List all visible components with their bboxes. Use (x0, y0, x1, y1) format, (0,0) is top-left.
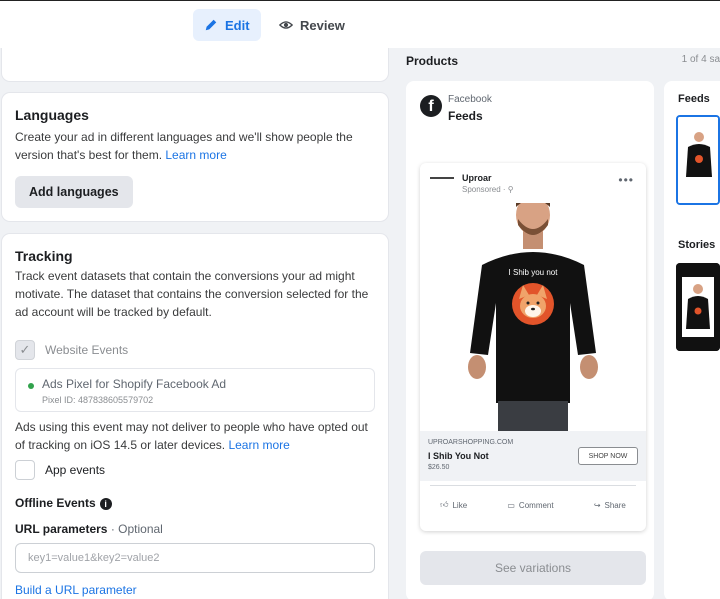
languages-description: Create your ad in different languages an… (15, 130, 353, 162)
ad-sponsored: Sponsored · ⚲ (462, 185, 514, 194)
website-events-checkbox[interactable]: ✓ Website Events (15, 340, 128, 360)
products-label: Products (406, 54, 459, 68)
share-icon: ↪ (593, 500, 601, 510)
feeds-thumbnail[interactable] (676, 115, 720, 205)
pencil-icon (205, 19, 217, 31)
tracking-card: Tracking Track event datasets that conta… (2, 234, 388, 599)
share-action[interactable]: ↪ Share (594, 501, 626, 510)
pixel-selector[interactable]: Ads Pixel for Shopify Facebook Ad Pixel … (15, 368, 375, 412)
tab-review[interactable]: Review (268, 9, 356, 41)
preview-panel: Products 1 of 4 sa f Facebook Feeds Upro… (398, 48, 720, 599)
ad-actions-bar: 👍︎ Like ▭ Comment ↪ Share (420, 493, 646, 517)
feed-ad-mockup: Uproar Sponsored · ⚲ ••• I Shib you not (420, 163, 646, 531)
tracking-description: Track event datasets that contain the co… (15, 269, 369, 319)
placements-sidebar: Feeds Stories (664, 81, 720, 599)
settings-panel: Languages Create your ad in different la… (0, 48, 398, 599)
add-languages-button[interactable]: Add languages (15, 176, 133, 208)
comment-icon: ▭ (507, 500, 515, 510)
menu-dash-icon (430, 177, 454, 179)
see-variations-button[interactable]: See variations (420, 551, 646, 585)
pixel-id: Pixel ID: 487838605579702 (42, 395, 154, 405)
eye-icon (279, 21, 293, 29)
ad-domain: UPROARSHOPPING.COM (428, 439, 514, 446)
pixel-status-dot (28, 383, 34, 389)
ad-link-area[interactable]: UPROARSHOPPING.COM I Shib You Not $26.50… (420, 431, 646, 481)
side-stories-label: Stories (678, 239, 716, 251)
feeds-thumb-image (678, 117, 718, 203)
stories-thumb-image (676, 263, 720, 351)
info-icon[interactable]: i (99, 497, 112, 510)
previous-section-card (2, 48, 388, 81)
facebook-logo-icon: f (420, 95, 442, 117)
ad-page-name: Uproar (462, 173, 492, 183)
stories-thumbnail[interactable] (676, 263, 720, 351)
url-params-title: URL parameters · Optional (15, 522, 163, 536)
product-image: I Shib you not (420, 203, 646, 431)
languages-title: Languages (15, 107, 89, 123)
app-events-label: App events (45, 463, 106, 477)
check-icon: ✓ (15, 340, 35, 360)
tab-edit-label: Edit (225, 17, 250, 33)
app-events-checkbox[interactable]: App events (15, 460, 105, 480)
comment-action[interactable]: ▭ Comment (507, 501, 553, 510)
ad-actions-divider (430, 485, 636, 486)
languages-learn-more-link[interactable]: Learn more (165, 148, 226, 162)
thumbs-up-icon: 👍︎ (440, 500, 449, 509)
url-params-input[interactable]: key1=value1&key2=value2 (15, 543, 375, 573)
shirt-print-text: I Shib you not (509, 268, 559, 277)
ios-learn-more-link[interactable]: Learn more (228, 438, 289, 452)
offline-events-title: Offline Events i (15, 496, 112, 510)
top-bar: Edit Review (0, 0, 720, 48)
app-events-box (15, 460, 35, 480)
website-events-label: Website Events (45, 343, 129, 357)
tab-review-label: Review (300, 17, 345, 33)
pager-text: 1 of 4 sa (681, 54, 720, 65)
ad-product-title: I Shib You Not (428, 451, 489, 461)
ios-note: Ads using this event may not deliver to … (15, 420, 368, 452)
tab-edit[interactable]: Edit (193, 9, 261, 41)
tracking-title: Tracking (15, 248, 73, 264)
shop-now-button[interactable]: SHOP NOW (578, 447, 638, 465)
build-url-link[interactable]: Build a URL parameter (15, 581, 377, 599)
side-feeds-label: Feeds (678, 93, 710, 105)
more-options-icon[interactable]: ••• (618, 173, 634, 187)
preview-placement: Feeds (448, 109, 483, 123)
ad-preview-card: f Facebook Feeds Uproar Sponsored · ⚲ ••… (406, 81, 654, 599)
ad-price: $26.50 (428, 464, 450, 471)
pixel-name: Ads Pixel for Shopify Facebook Ad (42, 377, 227, 391)
like-action[interactable]: 👍︎ Like (440, 500, 467, 510)
languages-card: Languages Create your ad in different la… (2, 93, 388, 221)
preview-platform: Facebook (448, 94, 492, 105)
